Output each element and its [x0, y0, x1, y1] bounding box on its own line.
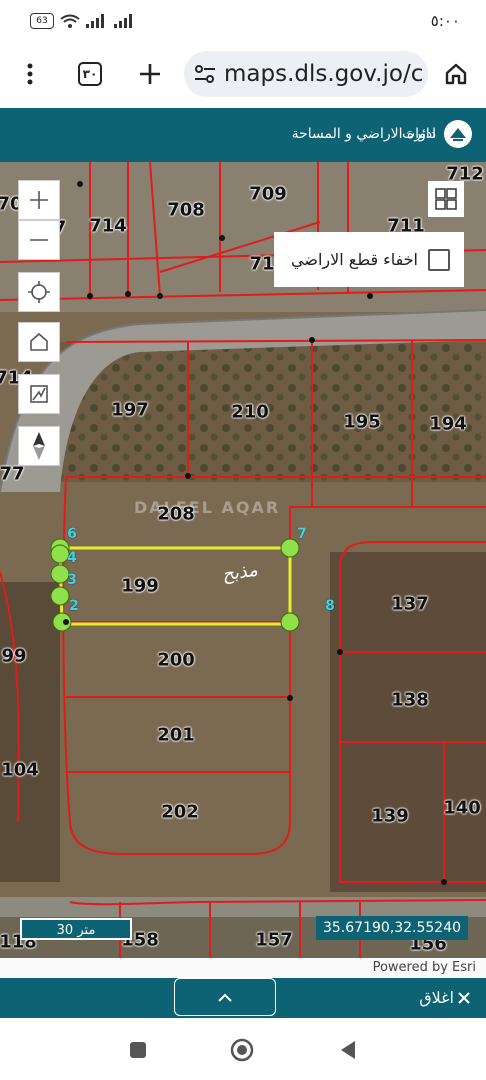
basemap-gallery-button[interactable] — [428, 181, 464, 217]
tabs-button[interactable]: ٣٠ — [70, 54, 110, 94]
scale-bar: 30 متر — [20, 918, 132, 940]
hide-parcels-label: اخفاء قطع الاراضي — [291, 250, 418, 269]
zoom-out-button[interactable] — [18, 220, 60, 260]
signal-icon — [86, 14, 104, 28]
zoom-in-button[interactable] — [18, 180, 60, 220]
site-settings-icon[interactable] — [194, 65, 216, 83]
parcel-label[interactable]: 77 — [0, 464, 25, 485]
home-extent-button[interactable] — [18, 322, 60, 362]
back-triangle-icon — [341, 1041, 355, 1059]
expand-panel-button[interactable] — [174, 978, 276, 1016]
vertex-label: 7 — [297, 526, 307, 542]
parcel-label[interactable]: 104 — [1, 760, 39, 781]
system-nav-bar — [0, 1018, 486, 1080]
app-title: دائرة الاراضي و المساحة — [291, 126, 436, 142]
bottom-panel-bar: اغلاق — [0, 978, 486, 1018]
grid-icon — [435, 188, 457, 210]
parcel-label[interactable]: 138 — [391, 690, 429, 711]
parcel-label[interactable]: 195 — [343, 412, 381, 433]
home-icon[interactable] — [436, 54, 476, 94]
parcel-label[interactable]: 140 — [443, 798, 481, 819]
parcel-label[interactable]: 208 — [157, 504, 195, 525]
parcel-label[interactable]: 137 — [391, 594, 429, 615]
measure-button[interactable] — [18, 374, 60, 414]
parcel-label[interactable]: 199 — [121, 576, 159, 597]
minus-icon — [30, 239, 48, 241]
brand: دائرة الاراضي و المساحة — [292, 120, 472, 148]
parcel-label[interactable]: 201 — [157, 725, 195, 746]
tab-count: ٣٠ — [78, 62, 102, 86]
dls-logo-icon — [444, 120, 472, 148]
hide-parcels-checkbox[interactable] — [428, 248, 450, 271]
close-icon — [458, 991, 470, 1004]
coordinates-readout: 35.67190,32.55240 — [316, 916, 468, 940]
plus-icon — [30, 191, 48, 209]
locate-button[interactable] — [18, 272, 60, 312]
vertex-label: 4 — [67, 550, 77, 566]
signal-icon-2 — [114, 14, 132, 28]
home-icon — [30, 332, 48, 351]
address-bar[interactable]: maps.dls.gov.jo/c — [184, 51, 428, 97]
map-view[interactable]: DALEEL AQAR مذبح 70 7 714 708 709 712 71… — [0, 162, 486, 980]
compass-button[interactable] — [18, 426, 60, 466]
vertex-label: 3 — [67, 572, 77, 588]
parcel-label[interactable]: 194 — [429, 414, 467, 435]
parcel-label[interactable]: 210 — [231, 402, 269, 423]
watermark: DALEEL AQAR — [134, 498, 281, 517]
parcel-label[interactable]: 71 — [249, 254, 274, 275]
clock: ٥:٠٠ — [430, 12, 460, 30]
back-button[interactable] — [336, 1038, 360, 1062]
chevron-up-icon — [218, 993, 232, 1002]
parcel-label[interactable]: 99 — [1, 646, 26, 667]
home-nav-button[interactable] — [230, 1038, 254, 1062]
parcel-label[interactable]: 139 — [371, 806, 409, 827]
battery-icon: 63 — [30, 13, 54, 29]
esri-attribution: Powered by Esri — [0, 958, 486, 978]
app-header: ادوات دائرة الاراضي و المساحة — [0, 108, 486, 162]
status-icons: 63 — [30, 13, 136, 29]
parcel-label[interactable]: 202 — [161, 802, 199, 823]
wifi-icon — [60, 14, 80, 28]
close-label: اغلاق — [419, 988, 454, 1007]
vertex-label: 6 — [67, 526, 77, 542]
parcel-label[interactable]: 200 — [157, 650, 195, 671]
browser-toolbar: ٣٠ maps.dls.gov.jo/c — [0, 44, 486, 104]
parcel-label[interactable]: 197 — [111, 400, 149, 421]
status-bar: 63 ٥:٠٠ — [0, 0, 486, 44]
locate-icon — [28, 281, 50, 303]
compass-icon — [33, 432, 45, 460]
new-tab-plus-icon[interactable] — [130, 54, 170, 94]
close-button[interactable]: اغلاق — [419, 988, 470, 1007]
vertex-label: 2 — [69, 598, 79, 614]
recents-button[interactable] — [126, 1038, 150, 1062]
parcel-label[interactable]: 709 — [249, 184, 287, 205]
hide-parcels-toggle[interactable]: اخفاء قطع الاراضي — [274, 232, 464, 287]
url-text: maps.dls.gov.jo/c — [224, 61, 424, 87]
parcel-label[interactable]: 714 — [89, 216, 127, 237]
square-icon — [130, 1042, 146, 1058]
parcel-label[interactable]: 157 — [255, 930, 293, 951]
parcel-label[interactable]: 708 — [167, 200, 205, 221]
circle-icon — [230, 1038, 254, 1062]
menu-kebab-icon[interactable] — [10, 54, 50, 94]
vertex-label: 8 — [325, 598, 335, 614]
measure-icon — [30, 385, 48, 403]
